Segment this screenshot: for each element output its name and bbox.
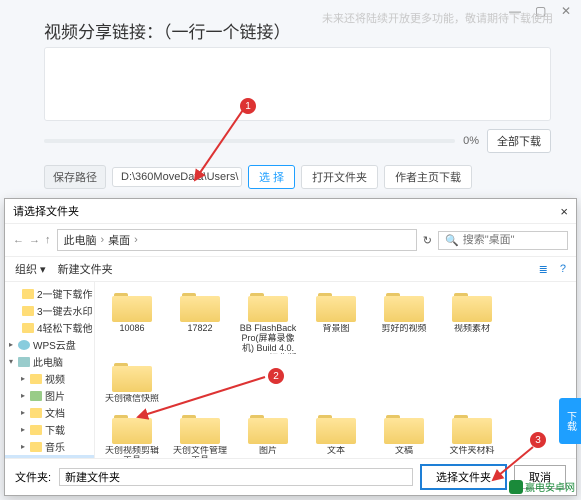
- folder-dialog: 请选择文件夹 × ← → ↑ 此电脑 › 桌面 › ↻ 🔍 组织 ▾ 新建文件夹…: [4, 198, 577, 496]
- breadcrumb-desktop[interactable]: 桌面: [108, 232, 130, 248]
- help-icon[interactable]: ?: [560, 263, 566, 275]
- folder-item[interactable]: 背景图: [305, 288, 367, 356]
- tree-item[interactable]: ▸WPS云盘: [5, 336, 94, 353]
- search-box[interactable]: 🔍: [438, 231, 568, 250]
- tree-item[interactable]: 4轻松下载他: [5, 319, 94, 336]
- tree-item[interactable]: ▸图片: [5, 387, 94, 404]
- nav-up-icon[interactable]: ↑: [45, 234, 51, 246]
- folder-item[interactable]: 图片: [237, 410, 299, 458]
- folder-item[interactable]: 17822: [169, 288, 231, 356]
- breadcrumb-pc[interactable]: 此电脑: [64, 232, 97, 248]
- folder-item[interactable]: 视频素材: [441, 288, 503, 356]
- select-folder-button[interactable]: 选择文件夹: [421, 465, 506, 489]
- tree-item[interactable]: 3一键去水印: [5, 302, 94, 319]
- address-bar[interactable]: 此电脑 › 桌面 ›: [57, 229, 417, 251]
- tree-item[interactable]: ▸视频: [5, 370, 94, 387]
- folder-name-input[interactable]: [59, 468, 413, 486]
- tree-item[interactable]: ▸文档: [5, 404, 94, 421]
- dialog-close-button[interactable]: ×: [560, 204, 568, 219]
- tree-item[interactable]: ▾此电脑: [5, 353, 94, 370]
- tree-item[interactable]: ▸音乐: [5, 438, 94, 455]
- folder-item[interactable]: 剪好的视频: [373, 288, 435, 356]
- open-folder-button[interactable]: 打开文件夹: [301, 165, 378, 189]
- main-panel: 未来还将陆续开放更多功能，敬请期待下载使用 视频分享链接：（一行一个链接） 0%…: [22, 12, 573, 189]
- folder-item[interactable]: 文稿: [373, 410, 435, 458]
- side-download-tab[interactable]: 下载: [559, 398, 581, 444]
- new-folder-button[interactable]: 新建文件夹: [58, 261, 113, 277]
- tree-item[interactable]: ▸下载: [5, 421, 94, 438]
- refresh-icon[interactable]: ↻: [423, 234, 432, 247]
- folder-item[interactable]: 10086: [101, 288, 163, 356]
- progress-bar: [44, 139, 455, 143]
- folder-item[interactable]: 文本: [305, 410, 367, 458]
- tree-item[interactable]: 2一键下载作: [5, 285, 94, 302]
- dialog-title: 请选择文件夹: [13, 203, 79, 219]
- folder-name-label: 文件夹:: [15, 469, 51, 485]
- folder-view[interactable]: 1008617822BB FlashBack Pro(屏幕录像机) Build …: [95, 282, 576, 458]
- view-icon[interactable]: ≣: [539, 263, 548, 276]
- organize-menu[interactable]: 组织 ▾: [15, 261, 46, 277]
- nav-forward-icon[interactable]: →: [29, 234, 40, 246]
- folder-item[interactable]: 天创视频剪辑工具: [101, 410, 163, 458]
- progress-percent: 0%: [463, 135, 479, 147]
- url-textarea[interactable]: [44, 47, 551, 121]
- select-path-button[interactable]: 选 择: [248, 165, 295, 189]
- search-input[interactable]: [463, 234, 561, 246]
- save-path-label: 保存路径: [44, 165, 106, 189]
- folder-item[interactable]: 天创微信快照: [101, 358, 163, 406]
- folder-item[interactable]: 文件夹材料: [441, 410, 503, 458]
- download-all-button[interactable]: 全部下载: [487, 129, 551, 153]
- folder-item[interactable]: 天创文件管理工具: [169, 410, 231, 458]
- author-download-button[interactable]: 作者主页下载: [384, 165, 472, 189]
- hint-text: 未来还将陆续开放更多功能，敬请期待下载使用: [322, 10, 553, 26]
- folder-item[interactable]: BB FlashBack Pro(屏幕录像机) Build 4.0.1.2421…: [237, 288, 299, 356]
- nav-back-icon[interactable]: ←: [13, 234, 24, 246]
- save-path-value[interactable]: D:\360MoveData\Users\: [112, 167, 242, 187]
- watermark: 赢电安卓网: [509, 479, 575, 494]
- folder-tree[interactable]: 2一键下载作3一键去水印4轻松下载他▸WPS云盘▾此电脑▸视频▸图片▸文档▸下载…: [5, 282, 95, 458]
- search-icon: 🔍: [445, 234, 459, 247]
